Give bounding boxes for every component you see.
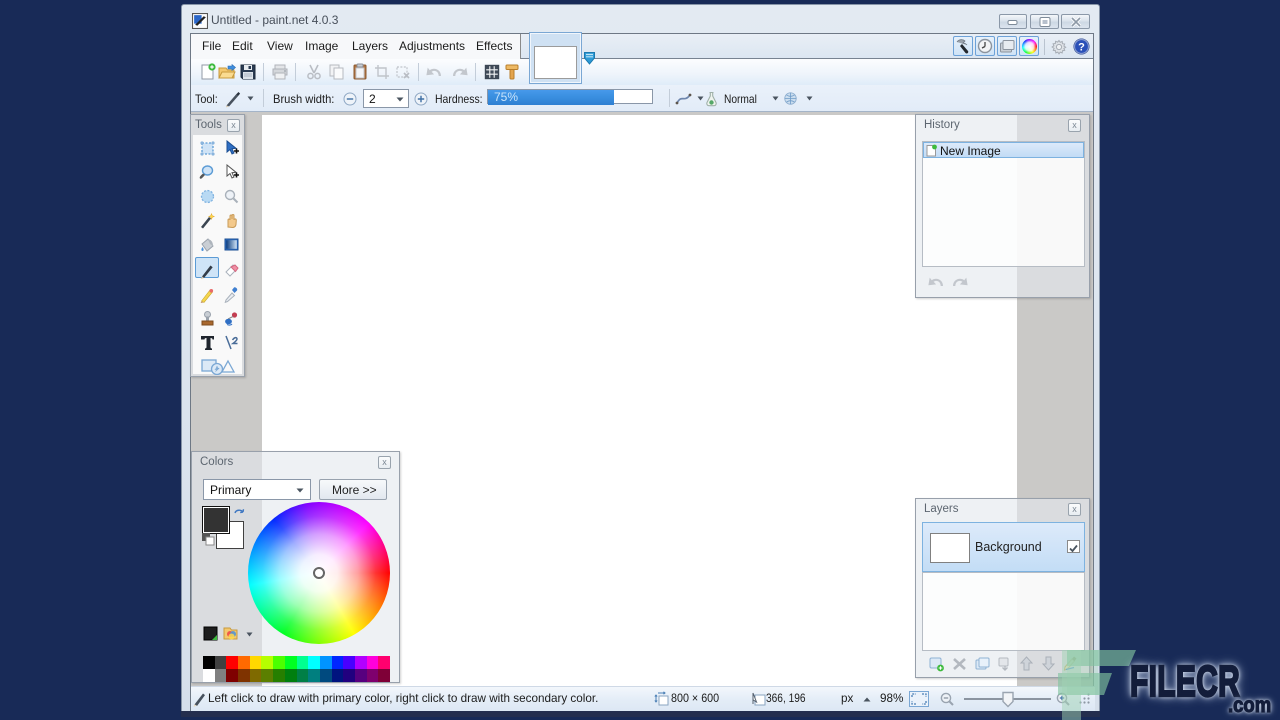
svg-text:?: ?	[1078, 42, 1085, 54]
